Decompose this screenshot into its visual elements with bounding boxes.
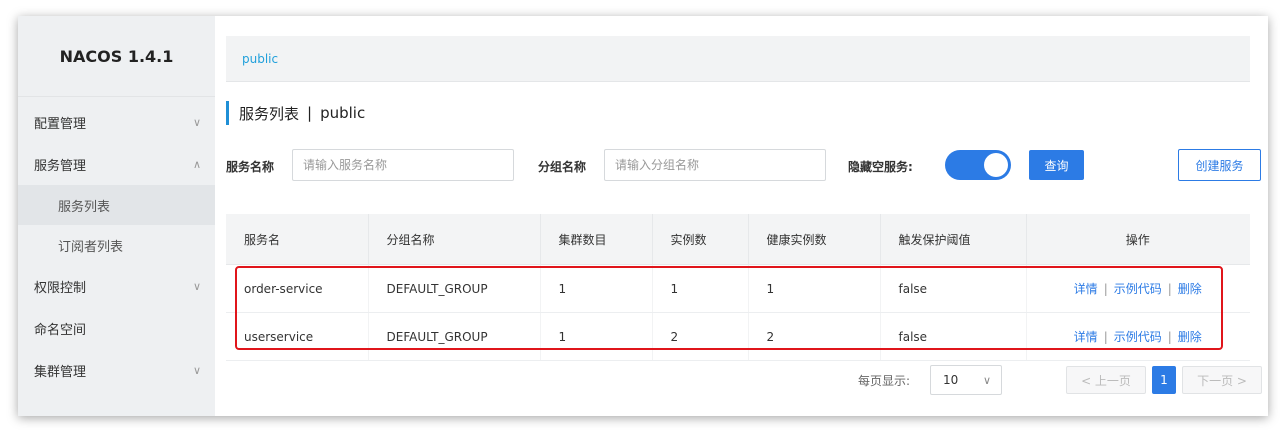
per-page-select[interactable]: 10 ∨ (930, 365, 1002, 395)
delete-link[interactable]: 删除 (1178, 282, 1202, 296)
column-header: 触发保护阈值 (880, 214, 1027, 265)
per-page-value: 10 (943, 373, 959, 387)
detail-link[interactable]: 详情 (1074, 330, 1098, 344)
column-header: 分组名称 (368, 214, 541, 265)
sidebar-item-label: 集群管理 (34, 364, 87, 380)
table-row: userservice DEFAULT_GROUP 1 2 2 false 详情… (226, 312, 1250, 361)
per-page-label: 每页显示: (858, 374, 911, 388)
column-header: 服务名 (226, 214, 369, 265)
prev-page-button[interactable]: < 上一页 (1066, 366, 1146, 394)
namespace-link-public[interactable]: public (242, 52, 278, 66)
hide-empty-toggle[interactable] (945, 150, 1011, 180)
search-bar: 服务名称 分组名称 隐藏空服务: 查询 创建服务 (226, 149, 1261, 183)
cell-healthy-count: 1 (748, 264, 881, 313)
table-header-row: 服务名 分组名称 集群数目 实例数 健康实例数 触发保护阈值 操作 (226, 214, 1250, 265)
chevron-up-icon: ∧ (192, 157, 201, 171)
service-name-input[interactable] (292, 149, 514, 181)
next-page-button[interactable]: 下一页 > (1182, 366, 1262, 394)
group-name-label: 分组名称 (538, 159, 587, 174)
chevron-down-icon: ∨ (192, 363, 201, 377)
app-logo: NACOS 1.4.1 (18, 16, 215, 97)
column-header: 操作 (1026, 214, 1250, 265)
sidebar-item-auth[interactable]: 权限控制 ∨ (18, 265, 215, 307)
column-header: 实例数 (652, 214, 749, 265)
cell-actions: 详情 | 示例代码 | 删除 (1026, 312, 1250, 361)
sidebar-item-label: 权限控制 (34, 280, 87, 296)
detail-link[interactable]: 详情 (1074, 282, 1098, 296)
page-1-button[interactable]: 1 (1152, 366, 1176, 394)
action-separator: | (1103, 330, 1108, 344)
create-service-button[interactable]: 创建服务 (1178, 149, 1261, 181)
action-separator: | (1167, 282, 1172, 296)
column-header: 集群数目 (540, 214, 653, 265)
chevron-down-icon: ∨ (982, 373, 991, 387)
column-header: 健康实例数 (748, 214, 881, 265)
chevron-down-icon: ∨ (192, 115, 201, 129)
toggle-knob (984, 153, 1008, 177)
delete-link[interactable]: 删除 (1178, 330, 1202, 344)
sidebar-item-label: 服务管理 (34, 158, 87, 174)
sidebar-item-cluster[interactable]: 集群管理 ∨ (18, 349, 215, 391)
sidebar: NACOS 1.4.1 配置管理 ∨ 服务管理 ∧ 服务列表 订阅者列表 权限控… (18, 16, 215, 416)
page-title-namespace: public (320, 104, 366, 122)
sidebar-item-label: 配置管理 (34, 116, 87, 132)
sidebar-subitem-label: 服务列表 (58, 199, 111, 215)
sidebar-subitem-service-list[interactable]: 服务列表 (18, 185, 215, 225)
main-content: public 服务列表 | public 服务名称 分组名称 隐藏空服务: 查询… (215, 16, 1268, 416)
sample-code-link[interactable]: 示例代码 (1114, 282, 1162, 296)
app-window: NACOS 1.4.1 配置管理 ∨ 服务管理 ∧ 服务列表 订阅者列表 权限控… (18, 16, 1268, 416)
cell-service-name: order-service (226, 264, 369, 313)
page-title-separator: | (307, 104, 313, 122)
action-separator: | (1167, 330, 1172, 344)
namespace-bar: public (226, 36, 1250, 82)
cell-healthy-count: 2 (748, 312, 881, 361)
cell-protect-threshold: false (880, 312, 1027, 361)
service-table: 服务名 分组名称 集群数目 实例数 健康实例数 触发保护阈值 操作 order-… (226, 214, 1250, 361)
cell-cluster-count: 1 (540, 264, 653, 313)
cell-instance-count: 2 (652, 312, 749, 361)
cell-service-name: userservice (226, 312, 369, 361)
query-button[interactable]: 查询 (1029, 150, 1084, 180)
hide-empty-label: 隐藏空服务: (848, 159, 913, 174)
cell-protect-threshold: false (880, 264, 1027, 313)
cell-cluster-count: 1 (540, 312, 653, 361)
sidebar-subitem-label: 订阅者列表 (58, 239, 124, 255)
sidebar-item-config[interactable]: 配置管理 ∨ (18, 101, 215, 143)
group-name-input[interactable] (604, 149, 826, 181)
cell-actions: 详情 | 示例代码 | 删除 (1026, 264, 1250, 313)
page-title: 服务列表 | public (226, 101, 365, 125)
sidebar-item-namespace[interactable]: 命名空间 (18, 307, 215, 349)
sample-code-link[interactable]: 示例代码 (1114, 330, 1162, 344)
cell-group-name: DEFAULT_GROUP (368, 312, 541, 361)
cell-instance-count: 1 (652, 264, 749, 313)
sidebar-item-label: 命名空间 (34, 322, 87, 338)
chevron-down-icon: ∨ (192, 279, 201, 293)
sidebar-subitem-subscribers[interactable]: 订阅者列表 (18, 225, 215, 265)
sidebar-item-service[interactable]: 服务管理 ∧ (18, 143, 215, 185)
service-name-label: 服务名称 (226, 159, 275, 174)
cell-group-name: DEFAULT_GROUP (368, 264, 541, 313)
page-title-text: 服务列表 (239, 104, 300, 123)
table-row: order-service DEFAULT_GROUP 1 1 1 false … (226, 264, 1250, 313)
action-separator: | (1103, 282, 1108, 296)
